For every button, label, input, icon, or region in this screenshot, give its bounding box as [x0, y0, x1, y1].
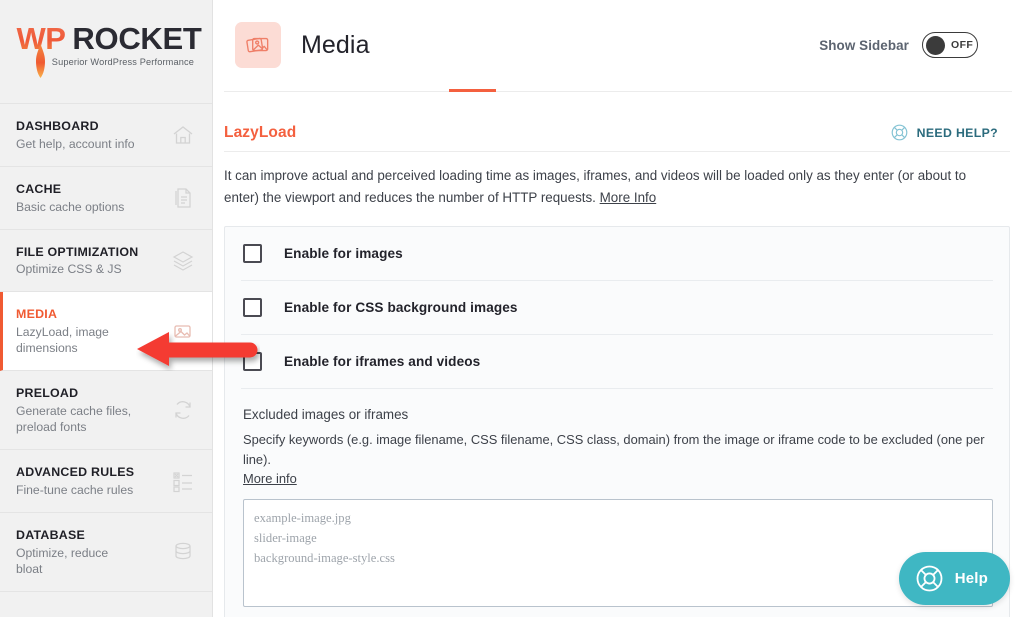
document-icon: [170, 185, 196, 211]
excluded-desc-text: Specify keywords (e.g. image filename, C…: [243, 432, 985, 467]
need-help-label: NEED HELP?: [916, 125, 998, 140]
list-checks-icon: [170, 468, 196, 494]
sidebar-item-title: PRELOAD: [16, 386, 79, 401]
option-enable-for-images[interactable]: Enable for images: [241, 227, 993, 282]
section-description-text: It can improve actual and perceived load…: [224, 168, 967, 205]
show-sidebar-toggle[interactable]: OFF: [922, 32, 978, 58]
excluded-images-field: Excluded images or iframes Specify keywo…: [241, 389, 993, 612]
toggle-knob: [926, 35, 945, 55]
sidebar-item-file-optimization[interactable]: FILE OPTIMIZATION Optimize CSS & JS: [0, 229, 212, 293]
media-icon: [170, 318, 196, 344]
sidebar-nav: DASHBOARD Get help, account info CACHE B…: [0, 104, 212, 593]
option-enable-for-css-background-images[interactable]: Enable for CSS background images: [241, 281, 993, 336]
wp-rocket-settings-page: WP ROCKET Superior WordPress Performance: [0, 0, 1024, 617]
option-enable-for-iframes-and-videos[interactable]: Enable for iframes and videos: [241, 335, 993, 390]
refresh-icon: [170, 397, 196, 423]
sidebar-item-dashboard[interactable]: DASHBOARD Get help, account info: [0, 104, 212, 167]
toggle-state-label: OFF: [951, 39, 974, 51]
show-sidebar-label: Show Sidebar: [819, 37, 909, 53]
section-description: It can improve actual and perceived load…: [224, 152, 994, 208]
rocket-flame-icon: [36, 43, 45, 78]
more-info-link[interactable]: More Info: [600, 190, 657, 205]
excluded-images-textarea[interactable]: [243, 499, 993, 608]
lifebuoy-icon: [916, 565, 943, 592]
checkbox[interactable]: [243, 352, 262, 372]
tab-media-active-indicator: [449, 89, 496, 92]
option-label: Enable for images: [284, 246, 403, 262]
sidebar-item-title: ADVANCED RULES: [16, 465, 135, 480]
sidebar-item-desc: Optimize, reduce bloat: [16, 545, 109, 576]
option-label: Enable for iframes and videos: [284, 354, 481, 370]
sidebar-item-title: FILE OPTIMIZATION: [16, 244, 139, 259]
lazyload-options-panel: Enable for images Enable for CSS backgro…: [224, 226, 1010, 617]
logo: WP ROCKET Superior WordPress Performance: [0, 0, 212, 104]
help-widget-button[interactable]: Help: [898, 552, 1010, 605]
page-title: Media: [301, 30, 370, 59]
sidebar-item-desc: Basic cache options: [16, 199, 125, 214]
option-label: Enable for CSS background images: [284, 300, 518, 316]
sidebar-item-title: DATABASE: [16, 528, 85, 543]
sidebar: WP ROCKET Superior WordPress Performance: [0, 0, 213, 617]
need-help-link[interactable]: NEED HELP?: [890, 123, 998, 142]
excluded-field-title: Excluded images or iframes: [243, 407, 409, 423]
settings-content: LazyLoad NEED HELP? It can improve actua…: [213, 92, 1024, 617]
tab-underline-bar: [224, 89, 1012, 92]
sidebar-item-database[interactable]: DATABASE Optimize, reduce bloat: [0, 513, 212, 593]
help-widget-label: Help: [954, 570, 988, 587]
more-info-link-excluded[interactable]: More info: [243, 471, 297, 486]
logo-rocket-text: ROCKET: [72, 20, 202, 56]
sidebar-item-title: MEDIA: [16, 307, 58, 322]
sidebar-item-desc: Generate cache files, preload fonts: [16, 404, 132, 435]
database-icon: [170, 539, 196, 565]
sidebar-item-desc: LazyLoad, image dimensions: [16, 325, 109, 356]
page-header: Media Show Sidebar OFF: [213, 0, 1024, 68]
lazyload-section-header: LazyLoad NEED HELP?: [213, 92, 1010, 151]
sidebar-item-title: DASHBOARD: [16, 119, 99, 133]
section-title: LazyLoad: [224, 123, 297, 141]
sidebar-item-cache[interactable]: CACHE Basic cache options: [0, 166, 212, 230]
sidebar-item-media[interactable]: MEDIA LazyLoad, image dimensions: [0, 292, 212, 372]
main-content: Media Show Sidebar OFF LazyLoad NEED HEL…: [213, 0, 1024, 617]
checkbox[interactable]: [243, 244, 262, 264]
media-photos-icon: [235, 22, 281, 68]
lifebuoy-icon: [891, 124, 907, 141]
home-icon: [170, 122, 196, 148]
sidebar-item-desc: Fine-tune cache rules: [16, 483, 134, 498]
sidebar-item-title: CACHE: [16, 181, 62, 196]
layers-icon: [170, 248, 196, 274]
checkbox[interactable]: [243, 298, 262, 318]
sidebar-item-desc: Get help, account info: [16, 136, 135, 151]
sidebar-item-desc: Optimize CSS & JS: [16, 262, 122, 277]
excluded-field-desc: Specify keywords (e.g. image filename, C…: [243, 430, 993, 488]
sidebar-item-preload[interactable]: PRELOAD Generate cache files, preload fo…: [0, 371, 212, 451]
sidebar-item-advanced-rules[interactable]: ADVANCED RULES Fine-tune cache rules: [0, 450, 212, 514]
